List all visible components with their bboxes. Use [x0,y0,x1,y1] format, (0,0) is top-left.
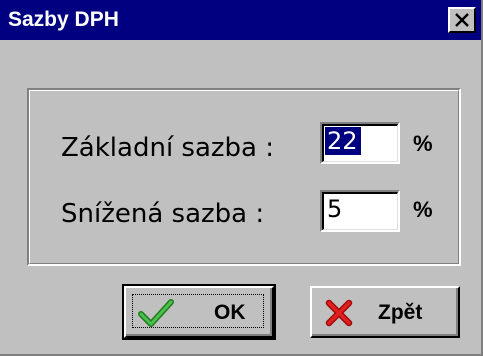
basic-rate-label: Základní sazba : [61,133,275,163]
basic-rate-unit: % [413,131,433,156]
back-button[interactable]: Zpět [310,286,460,338]
dialog-window: Sazby DPH Základní sazba : 22 % Snížená … [0,0,483,356]
title-bar[interactable]: Sazby DPH [0,0,481,40]
reduced-rate-value: 5 [327,195,343,223]
back-button-label: Zpět [378,301,423,324]
close-icon [455,13,469,27]
reduced-rate-label: Snížená sazba : [61,199,265,229]
checkmark-icon [138,299,174,327]
reduced-rate-unit: % [413,197,433,222]
window-title: Sazby DPH [8,8,119,31]
ok-button-label: OK [214,301,246,324]
ok-button[interactable]: OK [122,284,276,340]
rates-group: Základní sazba : 22 % Snížená sazba : 5 … [27,88,461,266]
basic-rate-input[interactable]: 22 [320,122,400,164]
cross-icon [325,299,353,327]
close-button[interactable] [448,7,476,33]
reduced-rate-input[interactable]: 5 [320,190,400,232]
basic-rate-value: 22 [325,127,361,155]
